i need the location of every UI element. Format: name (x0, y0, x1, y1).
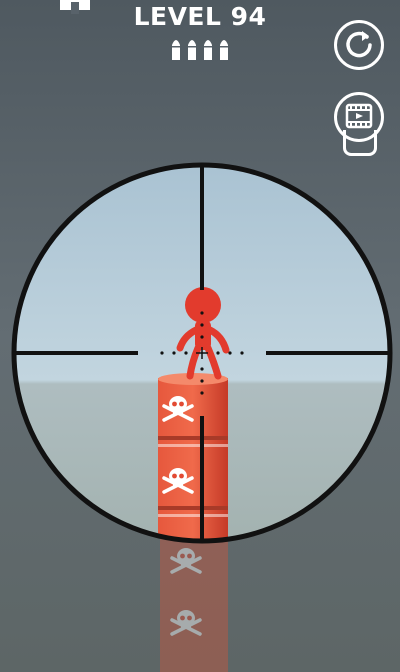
restart-icon (346, 31, 372, 58)
restart-button[interactable] (334, 20, 384, 70)
bullet-icon (172, 40, 180, 60)
game-stage[interactable]: LEVEL 94 (0, 0, 400, 672)
sniper-scope-reticle (11, 162, 393, 544)
bullet-icon (188, 40, 196, 60)
bullet-icon (204, 40, 212, 60)
video-ad-icon (345, 103, 373, 129)
bullet-icon (220, 40, 228, 60)
ammo-counter (170, 35, 234, 61)
watch-video-button[interactable] (334, 92, 384, 142)
